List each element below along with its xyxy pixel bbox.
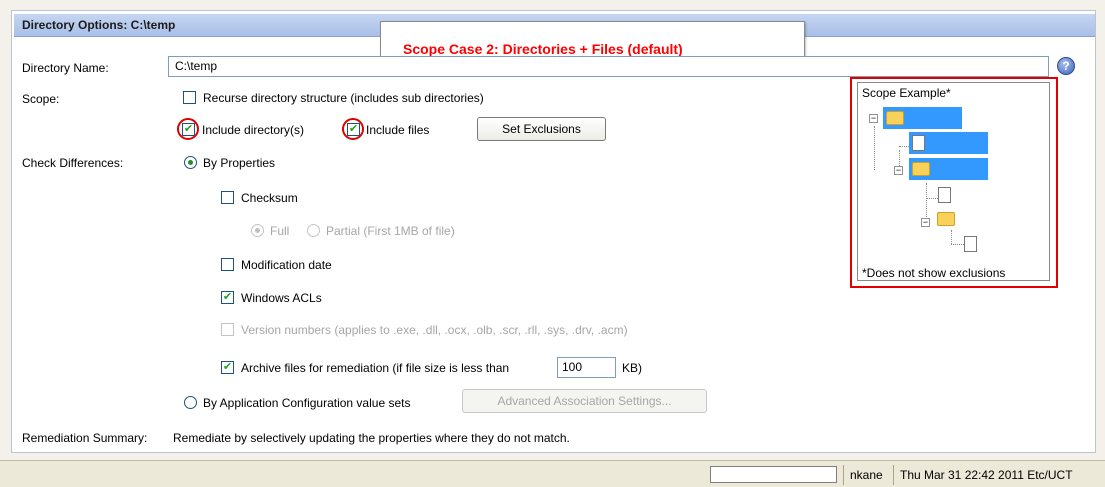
modification-date-checkbox[interactable] <box>221 258 234 271</box>
callout-text: Scope Case 2: Directories + Files (defau… <box>403 41 683 57</box>
by-app-config-label: By Application Configuration value sets <box>203 396 411 410</box>
help-icon[interactable]: ? <box>1057 57 1075 75</box>
include-dirs-checkbox[interactable]: ✔ <box>182 123 195 136</box>
tree-connector <box>951 244 964 245</box>
folder-icon <box>912 162 930 176</box>
include-files-checkbox[interactable]: ✔ <box>347 123 360 136</box>
recurse-label: Recurse directory structure (includes su… <box>203 91 484 105</box>
include-dirs-label: Include directory(s) <box>202 123 305 137</box>
by-app-config-radio[interactable] <box>184 396 197 409</box>
file-icon <box>938 187 951 203</box>
archive-unit-label: KB) <box>622 361 643 375</box>
remediation-summary-label: Remediation Summary: <box>22 431 148 445</box>
scope-example-title: Scope Example* <box>862 86 951 100</box>
folder-icon <box>937 212 955 226</box>
directory-name-field[interactable]: C:\temp <box>168 56 1049 77</box>
collapse-icon[interactable]: − <box>921 218 930 227</box>
status-user: nkane <box>850 468 883 482</box>
advanced-association-settings-button[interactable]: Advanced Association Settings... <box>462 389 707 413</box>
remediation-summary-text: Remediate by selectively updating the pr… <box>173 431 570 445</box>
checksum-partial-label: Partial (First 1MB of file) <box>326 224 455 238</box>
collapse-icon[interactable]: − <box>894 166 903 175</box>
by-properties-radio[interactable] <box>184 156 197 169</box>
recurse-checkbox[interactable] <box>183 91 196 104</box>
folder-icon <box>886 111 904 125</box>
directory-name-label: Directory Name: <box>22 61 109 75</box>
scope-label: Scope: <box>22 92 60 106</box>
archive-size-field[interactable]: 100 <box>557 357 616 378</box>
check-differences-label: Check Differences: <box>22 156 124 170</box>
checksum-full-radio[interactable] <box>251 224 264 237</box>
status-separator <box>843 465 844 485</box>
status-field[interactable] <box>710 466 837 483</box>
checksum-partial-radio[interactable] <box>307 224 320 237</box>
windows-acls-label: Windows ACLs <box>241 291 322 305</box>
checksum-label: Checksum <box>241 191 298 205</box>
version-numbers-checkbox[interactable] <box>221 323 234 336</box>
tree-connector <box>951 230 952 244</box>
tree-connector <box>926 183 927 221</box>
set-exclusions-button[interactable]: Set Exclusions <box>477 117 606 141</box>
checksum-checkbox[interactable] <box>221 191 234 204</box>
include-files-label: Include files <box>366 123 430 137</box>
status-separator <box>893 465 894 485</box>
archive-checkbox[interactable]: ✔ <box>221 361 234 374</box>
collapse-icon[interactable]: − <box>869 114 878 123</box>
version-numbers-label: Version numbers (applies to .exe, .dll, … <box>241 323 628 337</box>
by-properties-label: By Properties <box>203 156 276 170</box>
tree-connector <box>874 126 875 170</box>
checksum-full-label: Full <box>270 224 290 238</box>
windows-acls-checkbox[interactable]: ✔ <box>221 291 234 304</box>
scope-example-note: *Does not show exclusions <box>862 266 1006 280</box>
panel-title: Directory Options: C:\temp <box>22 18 176 32</box>
file-icon <box>964 236 977 252</box>
archive-label: Archive files for remediation (if file s… <box>241 361 510 375</box>
tree-connector <box>926 198 938 199</box>
file-icon <box>912 135 925 151</box>
status-datetime: Thu Mar 31 22:42 2011 Etc/UCT <box>900 468 1073 482</box>
modification-date-label: Modification date <box>241 258 332 272</box>
